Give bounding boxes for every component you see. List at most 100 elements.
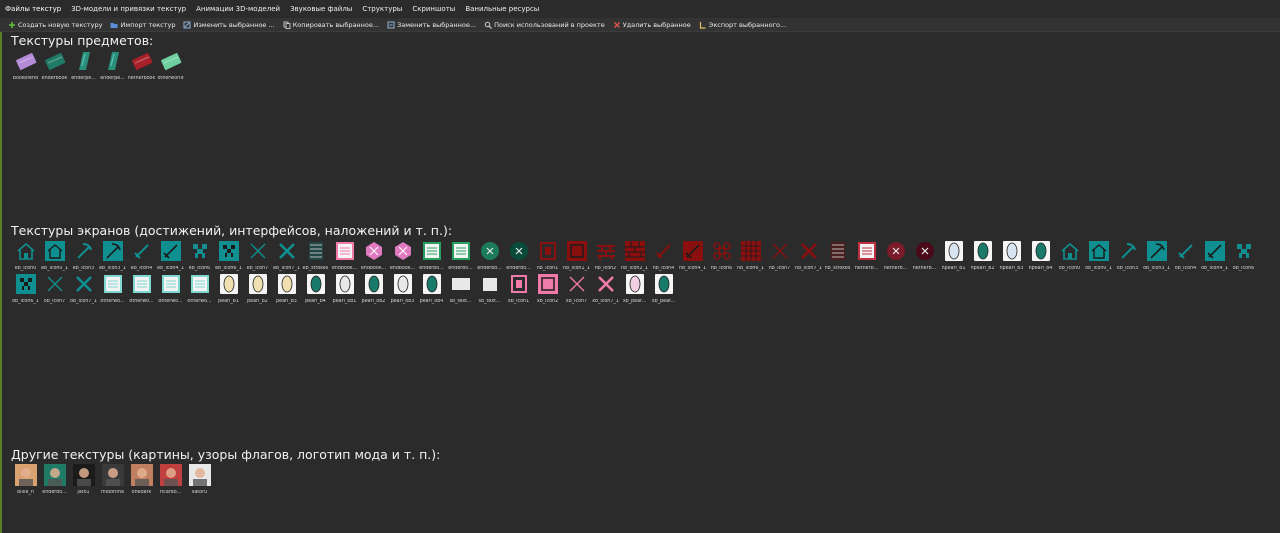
texture-tile[interactable]: otherwo... [185,273,214,306]
texture-tile[interactable]: nb_icon2 [591,240,620,273]
texture-tile[interactable]: pearl_ob3 [388,273,417,306]
texture-tile[interactable]: nb_icon7 [765,240,794,273]
texture-tile[interactable]: enderbo... [446,240,475,273]
tab-1[interactable]: 3D-модели и привязки текстур [66,0,191,18]
texture-tile[interactable]: xb_icon1 [504,273,533,306]
texture-tile[interactable]: enderbo... [417,240,446,273]
texture-tile[interactable]: pearl_ob4 [417,273,446,306]
texture-tile[interactable]: pearl_b2 [243,273,272,306]
texture-tile[interactable]: eb_icon0 [11,240,40,273]
texture-tile[interactable]: netherb... [910,240,939,273]
texture-tile[interactable]: eb_icon6_1 [214,240,243,273]
texture-tile[interactable]: bookofend [11,50,40,83]
texture-tile[interactable]: nb_icon4 [649,240,678,273]
texture-tile[interactable]: ob_icon3_1 [1142,240,1171,273]
texture-tile[interactable]: otherwo... [156,273,185,306]
toolbar-button-5[interactable]: Поиск использований в проекте [484,21,605,29]
texture-tile[interactable]: npearl_b4 [1026,240,1055,273]
texture-tile[interactable]: otherwo... [127,273,156,306]
texture-tile[interactable]: nb_strokes [823,240,852,273]
texture-tile[interactable]: ob_icon7 [40,273,69,306]
texture-tile[interactable]: endbook... [330,240,359,273]
texture-tile[interactable]: sb_text... [446,273,475,306]
texture-tile[interactable]: sb_text... [475,273,504,306]
texture-tile[interactable]: pearl_b3 [272,273,301,306]
texture-tile[interactable]: eb_icon0_1 [40,240,69,273]
texture-tile[interactable]: nb_icon6_1 [736,240,765,273]
texture-tile[interactable]: ob_icon4 [1171,240,1200,273]
texture-tile[interactable]: eb_icon3_1 [98,240,127,273]
texture-tile[interactable]: pearl_ob2 [359,273,388,306]
texture-tile[interactable]: ob_icon7_1 [69,273,98,306]
texture-tile[interactable]: eb_icon4 [127,240,156,273]
texture-tile[interactable]: endbook... [388,240,417,273]
texture-label: eb_icon3_1 [99,266,126,271]
texture-tile[interactable]: eb_icon7 [243,240,272,273]
texture-tile[interactable]: eb_icon4_1 [156,240,185,273]
texture-tile[interactable]: eb_strokes [301,240,330,273]
texture-tile[interactable]: enderpe... [69,50,98,83]
texture-tile[interactable]: npearl_b3 [997,240,1026,273]
texture-tile[interactable]: netherbook [127,50,156,83]
texture-tile[interactable]: nb_icon4_1 [678,240,707,273]
tab-6[interactable]: Ванильные ресурсы [460,0,544,18]
texture-tile[interactable]: enderbo... [475,240,504,273]
toolbar-button-4[interactable]: Заменить выбранное... [387,21,476,29]
texture-tile[interactable]: onedark [127,464,156,497]
toolbar-button-3[interactable]: Копировать выбранное... [283,21,379,29]
texture-thumbnail-icon [43,464,66,486]
tab-5[interactable]: Скриншоты [407,0,460,18]
toolbar-button-6[interactable]: Удалить выбранное [613,21,691,29]
texture-tile[interactable]: netherb... [881,240,910,273]
texture-tile[interactable]: enderbook [40,50,69,83]
texture-tile[interactable]: ob_icon6_1 [11,273,40,306]
texture-thumbnail-icon [159,464,182,486]
texture-tile[interactable]: xb_pear... [649,273,678,306]
texture-tile[interactable]: midorima [98,464,127,497]
texture-tile[interactable]: pearl_b4 [301,273,330,306]
texture-tile[interactable]: netherb... [852,240,881,273]
texture-tile[interactable]: ob_icon0 [1055,240,1084,273]
toolbar-button-2[interactable]: Изменить выбранное ... [183,21,275,29]
texture-tile[interactable]: nb_icon1 [533,240,562,273]
tab-0[interactable]: Файлы текстур [0,0,66,18]
texture-tile[interactable]: nb_icon2_1 [620,240,649,273]
texture-tile[interactable]: otherworld [156,50,185,83]
tab-2[interactable]: Анимации 3D-моделей [191,0,285,18]
texture-tile[interactable]: xb_icon2 [533,273,562,306]
tab-3[interactable]: Звуковые файлы [285,0,357,18]
texture-tile[interactable]: ob_icon0_1 [1084,240,1113,273]
texture-tile[interactable]: enderbo... [40,464,69,497]
toolbar-button-0[interactable]: Создать новую текстуру [8,21,102,29]
toolbar-button-7[interactable]: Экспорт выбранного... [699,21,786,29]
texture-tile[interactable]: enderpe... [98,50,127,83]
texture-tile[interactable]: otherwo... [98,273,127,306]
texture-thumbnail-icon [189,240,211,262]
texture-tile[interactable]: xb_pear... [620,273,649,306]
texture-tile[interactable]: eb_icon6 [185,240,214,273]
toolbar-button-1[interactable]: Импорт текстур [110,21,175,29]
texture-tile[interactable]: npearl_b2 [968,240,997,273]
tab-4[interactable]: Структуры [357,0,407,18]
texture-tile[interactable]: ob_icon6 [1229,240,1258,273]
texture-tile[interactable]: xb_icon7 [562,273,591,306]
texture-tile[interactable]: nb_icon6 [707,240,736,273]
texture-tile[interactable]: ob_icon3 [1113,240,1142,273]
texture-label: ob_icon0_1 [1085,266,1112,271]
texture-tile[interactable]: pearl_ob1 [330,273,359,306]
texture-tile[interactable]: nb_icon1_1 [562,240,591,273]
texture-tile[interactable]: satoru [185,464,214,497]
texture-tile[interactable]: pearl_b1 [214,273,243,306]
texture-tile[interactable]: nb_icon7_1 [794,240,823,273]
texture-tile[interactable]: eb_icon3 [69,240,98,273]
texture-tile[interactable]: eb_icon7_1 [272,240,301,273]
texture-tile[interactable]: endbook... [359,240,388,273]
texture-tile[interactable]: ricardo... [156,464,185,497]
texture-tile[interactable]: npearl_b1 [939,240,968,273]
texture-tile[interactable]: billie_h [11,464,40,497]
texture-tile[interactable]: ob_icon4_1 [1200,240,1229,273]
texture-tile[interactable]: enderbo... [504,240,533,273]
texture-tile[interactable]: jato1 [69,464,98,497]
texture-tile[interactable]: xb_icon7_1 [591,273,620,306]
texture-label: eb_icon0 [14,266,37,271]
